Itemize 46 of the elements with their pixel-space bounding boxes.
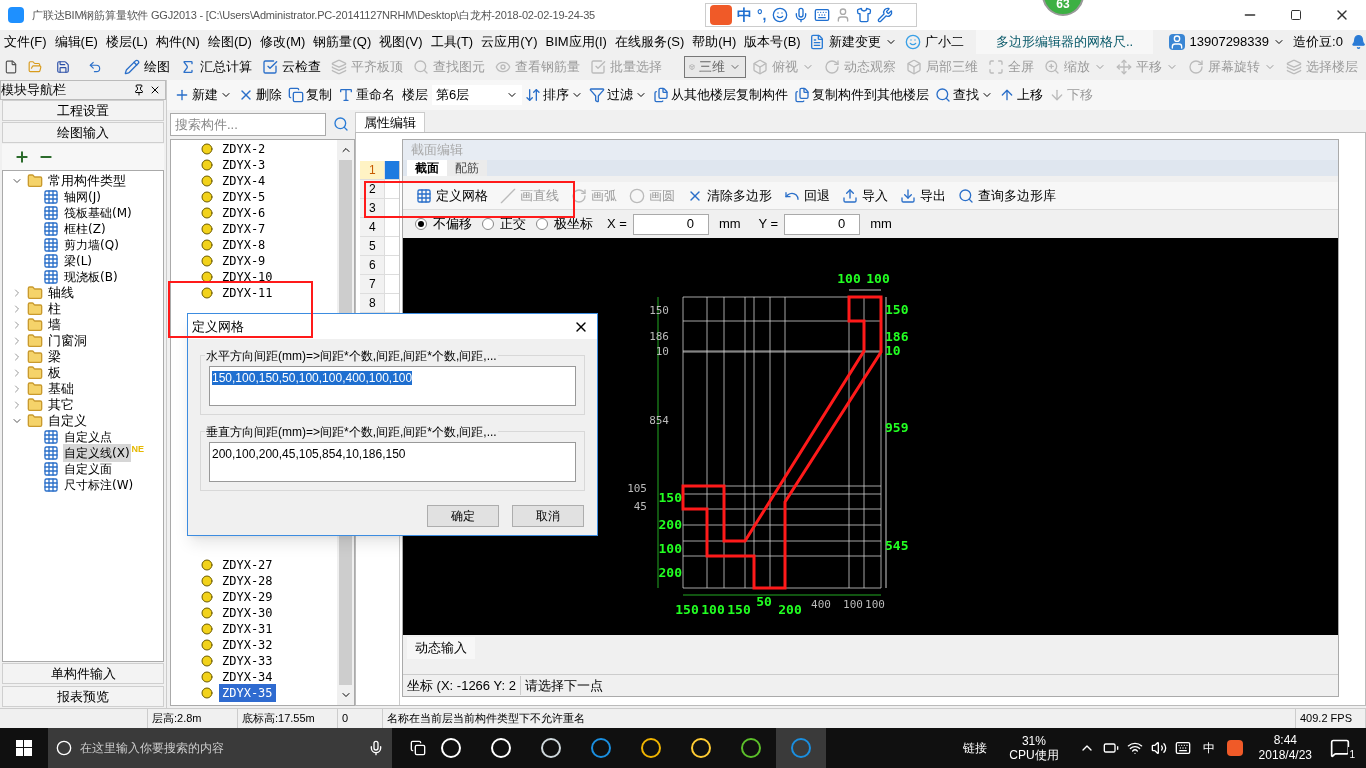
unit-label: mm	[718, 215, 741, 234]
dimension-label: 10	[655, 345, 669, 358]
dimension-label: 100	[866, 271, 890, 286]
group-label: 水平方向间距(mm)=>间距*个数,间距,间距*个数,间距,...	[205, 347, 498, 365]
unit-label: mm	[870, 215, 892, 234]
dimension-label: 100	[865, 598, 885, 611]
new-label: NE	[131, 445, 145, 454]
dimension-label: 100	[701, 602, 725, 617]
dialog-title: 定义网格	[192, 317, 244, 336]
window-title: 广联达BIM钢筋算量软件 GGJ2013 - [C:\Users\Administrator.PC-20141127NRHM\Desktop\白龙村-2018-02-02-19-24-35	[32, 7, 595, 23]
x-label: X =	[607, 215, 627, 234]
dimension-label: 150	[649, 304, 669, 317]
dimension-label: 200	[658, 517, 682, 532]
dimension-label: 545	[885, 538, 909, 553]
dimension-label: 854	[649, 414, 669, 427]
dimension-label: 50	[756, 594, 772, 609]
dimension-label: 150	[727, 602, 751, 617]
dimension-label: 105	[627, 482, 647, 495]
cpu-label: CPU使用	[1009, 748, 1059, 762]
clock-time: 8:44	[1273, 733, 1297, 748]
dimension-label: 150	[675, 602, 699, 617]
score-badge: 63	[1042, 0, 1084, 16]
dimension-label: 186	[885, 329, 909, 344]
clock-date: 2018/4/23	[1258, 748, 1312, 763]
dimension-label: 100	[843, 598, 863, 611]
dimension-label: 10	[885, 343, 901, 358]
tray-text: 链接	[963, 740, 988, 757]
panel-title: 模块导航栏	[1, 81, 66, 100]
prompt-text: 请选择下一点	[523, 676, 604, 695]
dimension-label: 200	[658, 565, 682, 580]
dimension-label: 150	[885, 302, 909, 317]
dimension-label: 200	[778, 602, 802, 617]
dimension-label: 100	[837, 271, 861, 286]
floor-label: 楼层	[402, 86, 428, 105]
beans-count: 造价豆:0	[1293, 33, 1343, 52]
cpu-percent: 31%	[1021, 734, 1046, 748]
dimension-label: 45	[633, 500, 647, 513]
y-label: Y =	[758, 215, 779, 234]
coordinates-text: 坐标 (X: -1266 Y: 2	[403, 675, 521, 696]
editor-title: 截面编辑	[411, 141, 463, 160]
dimension-label: 186	[649, 330, 669, 343]
dimension-label: 400	[811, 598, 831, 611]
dimension-label: 150	[658, 490, 682, 505]
group-label: 垂直方向间距(mm)=>间距*个数,间距,间距*个数,间距,...	[205, 423, 498, 441]
dimension-label: 100	[658, 541, 682, 556]
dimension-label: 959	[885, 420, 909, 435]
